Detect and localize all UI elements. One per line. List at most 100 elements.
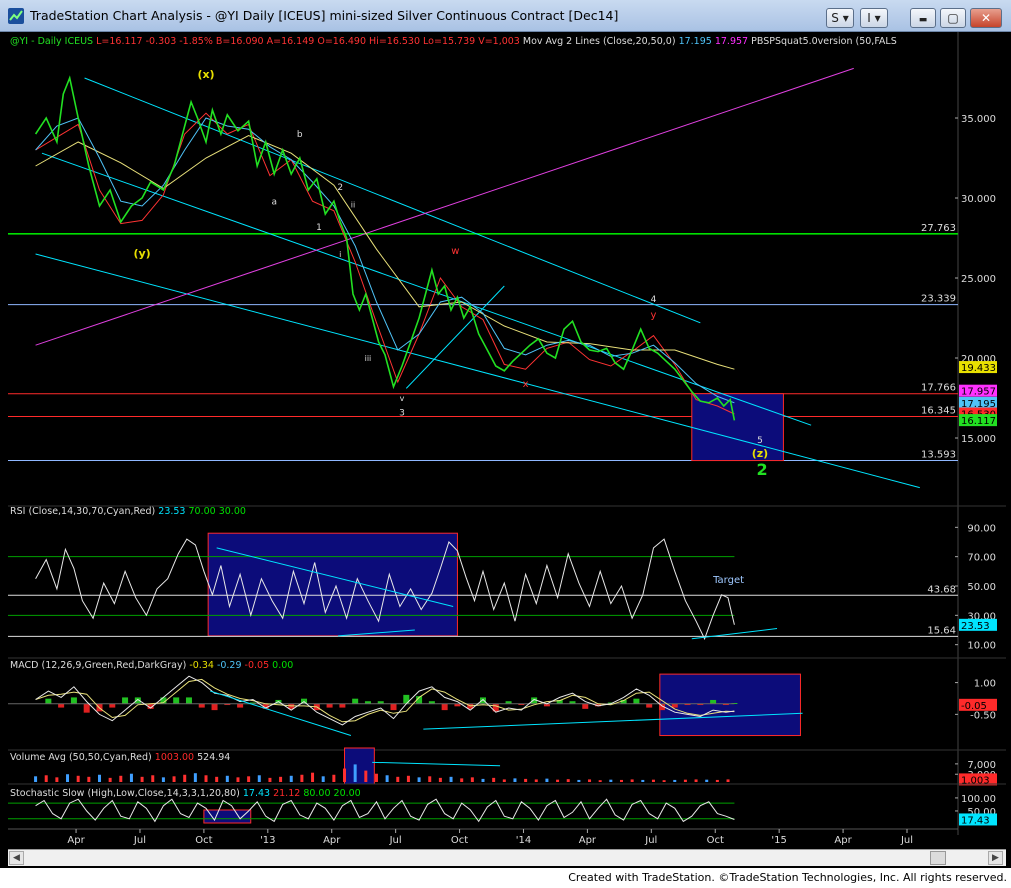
minimize-button[interactable]: ▬ — [910, 8, 936, 28]
volume-highlight-box — [344, 747, 375, 785]
volume-bar — [332, 774, 336, 782]
volume-header-part: 1003.00 — [155, 752, 197, 763]
price-header-part: L=16.117 -0.303 -1.85% B=16.090 A=16.149… — [93, 36, 523, 47]
volume-bar — [257, 775, 261, 782]
volume-bar — [247, 776, 251, 782]
macd-histogram-bar — [109, 703, 116, 708]
price-header: @YI - Daily ICEUS L=16.117 -0.303 -1.85%… — [10, 36, 897, 47]
volume-bar — [279, 776, 283, 782]
close-button[interactable]: ✕ — [970, 8, 1002, 28]
volume-bar — [119, 775, 123, 782]
stochastic-header-part: 17.43 — [243, 788, 273, 799]
macd-histogram-bar — [45, 698, 52, 704]
stochastic-highlight-box — [203, 809, 252, 824]
price-axis-label: 15.000 — [961, 434, 996, 445]
macd-histogram-bar — [480, 697, 486, 704]
scroll-left-arrow-icon[interactable]: ◀ — [9, 851, 24, 865]
volume-bar — [225, 775, 229, 782]
maximize-icon: ▢ — [947, 11, 959, 25]
volume-bar — [44, 775, 48, 782]
rsi-trendline — [691, 628, 778, 640]
trend-channel-line — [35, 253, 920, 489]
volume-bar — [577, 779, 581, 782]
time-axis-label: Oct — [195, 835, 212, 846]
window-titlebar: TradeStation Chart Analysis - @YI Daily … — [0, 0, 1011, 32]
trend-channel-line — [84, 77, 701, 324]
wave-label: v — [400, 394, 405, 403]
macd-histogram-bar — [403, 694, 410, 704]
volume-bar — [140, 776, 144, 782]
macd-histogram-bar — [83, 703, 90, 713]
rsi-highlight-box — [207, 532, 458, 637]
rsi-header-part: 70.00 — [189, 506, 219, 517]
volume-bar — [513, 778, 517, 782]
volume-bar — [353, 764, 357, 782]
volume-axis-label: 7,000 — [967, 760, 996, 771]
wave-label: (y) — [133, 247, 150, 260]
time-axis-label: Apr — [834, 835, 852, 846]
volume-bar — [406, 775, 410, 782]
footer: Created with TradeStation. ©TradeStation… — [0, 868, 1011, 888]
rsi-header-part: 30.00 — [219, 506, 246, 517]
time-axis-label: Apr — [67, 835, 85, 846]
macd-axis-label: -0.50 — [970, 710, 996, 721]
chart-area[interactable]: 35.000 30.000 25.000 20.000 15.000 27.763 23.3… — [8, 32, 1006, 867]
volume-bar — [34, 776, 38, 782]
scroll-right-arrow-icon[interactable]: ▶ — [988, 851, 1003, 865]
volume-trendline — [372, 761, 501, 767]
wave-label: 2 — [337, 183, 343, 193]
macd-histogram-bar — [173, 697, 180, 704]
volume-bar — [598, 780, 602, 782]
chevron-down-icon: ▾ — [842, 11, 849, 25]
volume-bar — [161, 777, 165, 782]
volume-bar — [374, 773, 378, 782]
volume-bar — [619, 779, 623, 782]
volume-header-part: Volume Avg (50,50,Cyan,Red) — [10, 752, 155, 763]
macd-histogram-bar — [122, 697, 129, 704]
macd-histogram-bar — [237, 703, 244, 708]
volume-bar — [502, 779, 506, 782]
stochastic-header-part: 21.12 — [273, 788, 303, 799]
horizontal-scrollbar[interactable]: ◀ ▶ — [8, 849, 1006, 866]
price-header-part: Mov Avg 2 Lines (Close,20,50,0) — [523, 36, 679, 47]
volume-bar — [683, 779, 687, 782]
price-axis-label: 25.000 — [961, 274, 996, 285]
stochastic-last-value-label: 17.43 — [961, 815, 990, 826]
volume-bar — [385, 775, 389, 782]
macd-histogram-bar — [326, 703, 333, 708]
rsi-target-label: Target — [712, 575, 744, 586]
volume-bar — [651, 779, 655, 782]
macd-axis-label: 1.00 — [974, 679, 996, 690]
volume-bar — [396, 776, 400, 782]
volume-bar — [215, 776, 219, 782]
price-axis-label: 35.000 — [961, 114, 996, 125]
price-level-label: 16.345 — [921, 405, 956, 416]
rsi-last-value-label: 23.53 — [961, 621, 990, 632]
volume-bar — [726, 779, 730, 782]
volume-bar — [609, 779, 613, 782]
chart-canvas[interactable]: 35.00030.00025.00020.00015.00027.76323.3… — [8, 32, 1006, 849]
macd-header-part: -0.34 — [189, 660, 217, 671]
minimize-icon: ▬ — [918, 15, 928, 25]
volume-bar — [289, 775, 293, 782]
volume-bar — [641, 779, 645, 782]
volume-bar — [55, 777, 59, 782]
macd-header-part: 0.00 — [272, 660, 293, 671]
macd-histogram-bar — [352, 698, 359, 704]
volume-bar — [66, 774, 70, 782]
maximize-button[interactable]: ▢ — [940, 8, 966, 28]
price-last-value-label: 16.117 — [961, 416, 996, 427]
macd-histogram-bar — [58, 703, 65, 708]
macd-histogram-bar — [339, 703, 346, 708]
i-menu-button[interactable]: I ▾ — [860, 8, 888, 28]
stochastic-header-part: 20.00 — [334, 788, 361, 799]
volume-bar — [481, 778, 485, 782]
rsi-axis-label: 90.00 — [967, 523, 996, 534]
scrollbar-thumb[interactable] — [930, 851, 946, 865]
volume-bar — [108, 777, 112, 782]
wave-label: y — [650, 310, 656, 321]
volume-header-part: 524.94 — [197, 752, 230, 763]
s-menu-button[interactable]: S ▾ — [826, 8, 854, 28]
macd-histogram-bar — [390, 703, 397, 711]
volume-bar — [566, 779, 570, 782]
